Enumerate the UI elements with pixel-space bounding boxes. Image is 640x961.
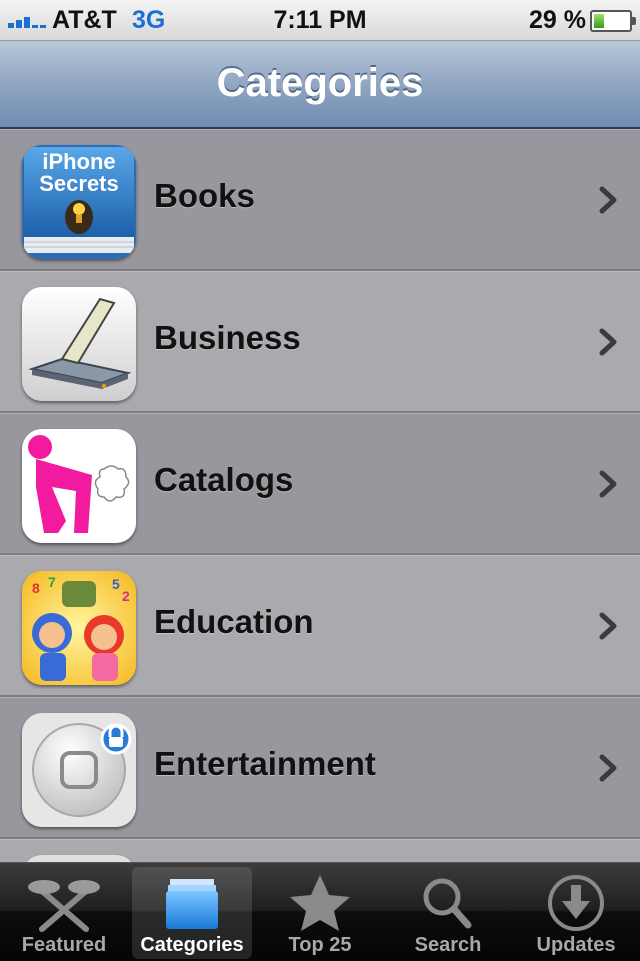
- category-list[interactable]: iPhone Secrets Books Business Catalogs 8…: [0, 129, 640, 862]
- status-bar: AT&T 3G 7:11 PM 29 %: [0, 0, 640, 41]
- tab-label: Top 25: [288, 934, 352, 956]
- tab-categories[interactable]: Categories: [132, 867, 252, 959]
- battery-percentage: 29 %: [529, 6, 586, 34]
- chevron-right-icon: [599, 612, 617, 640]
- book-iphone-secrets-icon: iPhone Secrets: [22, 145, 136, 259]
- chevron-right-icon: [599, 470, 617, 498]
- page-title: Categories: [216, 61, 424, 105]
- partial-app-icon: [22, 855, 136, 862]
- chevron-right-icon: [599, 754, 617, 782]
- list-item-education[interactable]: 8 7 5 2 Education: [0, 555, 640, 697]
- list-item-books[interactable]: iPhone Secrets Books: [0, 129, 640, 271]
- tab-label: Categories: [140, 934, 244, 956]
- cartoon-kids-icon: 8 7 5 2: [22, 571, 136, 685]
- battery-icon: [590, 10, 636, 32]
- category-label: Books: [154, 177, 255, 214]
- svg-text:2: 2: [122, 588, 130, 604]
- featured-icon: [28, 880, 100, 932]
- list-item-partial[interactable]: [0, 839, 640, 862]
- category-label: Entertainment: [154, 745, 376, 782]
- svg-text:7: 7: [48, 574, 56, 590]
- book-icon-word-2: Secrets: [39, 171, 119, 196]
- list-item-catalogs[interactable]: Catalogs: [0, 413, 640, 555]
- list-item-business[interactable]: Business: [0, 271, 640, 413]
- tab-updates[interactable]: Updates: [516, 867, 636, 959]
- category-label: Catalogs: [154, 461, 294, 498]
- tab-search[interactable]: Search: [388, 867, 508, 959]
- tab-label: Updates: [536, 934, 616, 956]
- star-icon: [290, 875, 350, 931]
- scanner-icon: [22, 287, 136, 401]
- home-button-lock-icon: [22, 713, 136, 827]
- pink-figure-icon: [22, 429, 136, 543]
- list-item-entertainment[interactable]: Entertainment: [0, 697, 640, 839]
- chevron-right-icon: [599, 328, 617, 356]
- svg-text:8: 8: [32, 580, 40, 596]
- tab-bar: Featured Categories Top 25 Search Update…: [0, 862, 640, 961]
- navigation-bar: Categories: [0, 41, 640, 129]
- download-icon: [548, 875, 604, 931]
- chevron-right-icon: [599, 186, 617, 214]
- tab-top-25[interactable]: Top 25: [260, 867, 380, 959]
- category-label: Education: [154, 603, 314, 640]
- category-label: Business: [154, 319, 301, 356]
- svg-text:5: 5: [112, 576, 120, 592]
- tab-label: Featured: [21, 934, 107, 956]
- categories-icon: [166, 879, 218, 929]
- tab-featured[interactable]: Featured: [4, 867, 124, 959]
- search-icon: [423, 878, 472, 929]
- tab-label: Search: [414, 934, 482, 956]
